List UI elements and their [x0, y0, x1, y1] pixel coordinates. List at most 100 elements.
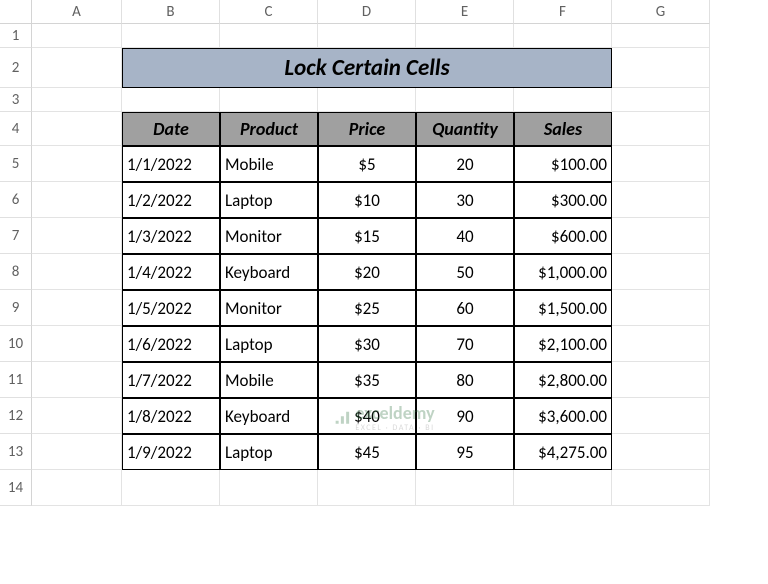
spreadsheet-grid[interactable]: ABCDEFG12Lock Certain Cells34DateProduct… — [0, 0, 768, 506]
cell-sales[interactable]: $2,100.00 — [514, 326, 612, 362]
table-header-product[interactable]: Product — [220, 112, 318, 146]
cell-sales[interactable]: $2,800.00 — [514, 362, 612, 398]
row-header-1[interactable]: 1 — [0, 24, 32, 48]
cell-price[interactable]: $25 — [318, 290, 416, 326]
table-header-price[interactable]: Price — [318, 112, 416, 146]
cell-G9[interactable] — [612, 290, 710, 326]
cell-A5[interactable] — [32, 146, 122, 182]
cell-A7[interactable] — [32, 218, 122, 254]
cell-product[interactable]: Laptop — [220, 326, 318, 362]
cell-product[interactable]: Mobile — [220, 362, 318, 398]
cell-A3[interactable] — [32, 88, 122, 112]
cell-F1[interactable] — [514, 24, 612, 48]
cell-G14[interactable] — [612, 470, 710, 506]
row-header-7[interactable]: 7 — [0, 218, 32, 254]
table-header-quantity[interactable]: Quantity — [416, 112, 514, 146]
cell-price[interactable]: $40 — [318, 398, 416, 434]
cell-G5[interactable] — [612, 146, 710, 182]
cell-E3[interactable] — [416, 88, 514, 112]
row-header-4[interactable]: 4 — [0, 112, 32, 146]
cell-G7[interactable] — [612, 218, 710, 254]
cell-G4[interactable] — [612, 112, 710, 146]
column-header-C[interactable]: C — [220, 0, 318, 24]
cell-sales[interactable]: $3,600.00 — [514, 398, 612, 434]
row-header-6[interactable]: 6 — [0, 182, 32, 218]
row-header-8[interactable]: 8 — [0, 254, 32, 290]
cell-B14[interactable] — [122, 470, 220, 506]
cell-date[interactable]: 1/9/2022 — [122, 434, 220, 470]
cell-product[interactable]: Monitor — [220, 218, 318, 254]
cell-G10[interactable] — [612, 326, 710, 362]
column-header-E[interactable]: E — [416, 0, 514, 24]
row-header-9[interactable]: 9 — [0, 290, 32, 326]
cell-date[interactable]: 1/5/2022 — [122, 290, 220, 326]
table-header-date[interactable]: Date — [122, 112, 220, 146]
row-header-13[interactable]: 13 — [0, 434, 32, 470]
cell-C3[interactable] — [220, 88, 318, 112]
cell-B1[interactable] — [122, 24, 220, 48]
cell-G1[interactable] — [612, 24, 710, 48]
cell-sales[interactable]: $1,000.00 — [514, 254, 612, 290]
cell-A8[interactable] — [32, 254, 122, 290]
cell-A10[interactable] — [32, 326, 122, 362]
cell-quantity[interactable]: 80 — [416, 362, 514, 398]
cell-quantity[interactable]: 95 — [416, 434, 514, 470]
cell-date[interactable]: 1/7/2022 — [122, 362, 220, 398]
cell-quantity[interactable]: 70 — [416, 326, 514, 362]
column-header-D[interactable]: D — [318, 0, 416, 24]
cell-E1[interactable] — [416, 24, 514, 48]
cell-A12[interactable] — [32, 398, 122, 434]
row-header-3[interactable]: 3 — [0, 88, 32, 112]
cell-price[interactable]: $30 — [318, 326, 416, 362]
cell-A13[interactable] — [32, 434, 122, 470]
cell-date[interactable]: 1/3/2022 — [122, 218, 220, 254]
cell-quantity[interactable]: 90 — [416, 398, 514, 434]
cell-quantity[interactable]: 40 — [416, 218, 514, 254]
cell-price[interactable]: $35 — [318, 362, 416, 398]
cell-A1[interactable] — [32, 24, 122, 48]
cell-B3[interactable] — [122, 88, 220, 112]
cell-D1[interactable] — [318, 24, 416, 48]
column-header-F[interactable]: F — [514, 0, 612, 24]
cell-C1[interactable] — [220, 24, 318, 48]
column-header-A[interactable]: A — [32, 0, 122, 24]
cell-D14[interactable] — [318, 470, 416, 506]
cell-F3[interactable] — [514, 88, 612, 112]
row-header-2[interactable]: 2 — [0, 48, 32, 88]
cell-C14[interactable] — [220, 470, 318, 506]
cell-G11[interactable] — [612, 362, 710, 398]
cell-E14[interactable] — [416, 470, 514, 506]
cell-A4[interactable] — [32, 112, 122, 146]
column-header-G[interactable]: G — [612, 0, 710, 24]
cell-price[interactable]: $15 — [318, 218, 416, 254]
cell-product[interactable]: Monitor — [220, 290, 318, 326]
cell-product[interactable]: Laptop — [220, 434, 318, 470]
cell-G3[interactable] — [612, 88, 710, 112]
cell-price[interactable]: $5 — [318, 146, 416, 182]
cell-date[interactable]: 1/2/2022 — [122, 182, 220, 218]
table-header-sales[interactable]: Sales — [514, 112, 612, 146]
cell-G13[interactable] — [612, 434, 710, 470]
cell-A2[interactable] — [32, 48, 122, 88]
cell-price[interactable]: $20 — [318, 254, 416, 290]
row-header-5[interactable]: 5 — [0, 146, 32, 182]
row-header-14[interactable]: 14 — [0, 470, 32, 506]
cell-A6[interactable] — [32, 182, 122, 218]
cell-quantity[interactable]: 20 — [416, 146, 514, 182]
cell-date[interactable]: 1/1/2022 — [122, 146, 220, 182]
cell-quantity[interactable]: 50 — [416, 254, 514, 290]
cell-product[interactable]: Keyboard — [220, 254, 318, 290]
cell-G12[interactable] — [612, 398, 710, 434]
cell-sales[interactable]: $600.00 — [514, 218, 612, 254]
cell-F14[interactable] — [514, 470, 612, 506]
cell-price[interactable]: $10 — [318, 182, 416, 218]
cell-sales[interactable]: $300.00 — [514, 182, 612, 218]
cell-date[interactable]: 1/8/2022 — [122, 398, 220, 434]
row-header-12[interactable]: 12 — [0, 398, 32, 434]
cell-G6[interactable] — [612, 182, 710, 218]
cell-G8[interactable] — [612, 254, 710, 290]
cell-product[interactable]: Laptop — [220, 182, 318, 218]
column-header-B[interactable]: B — [122, 0, 220, 24]
cell-quantity[interactable]: 30 — [416, 182, 514, 218]
cell-date[interactable]: 1/6/2022 — [122, 326, 220, 362]
